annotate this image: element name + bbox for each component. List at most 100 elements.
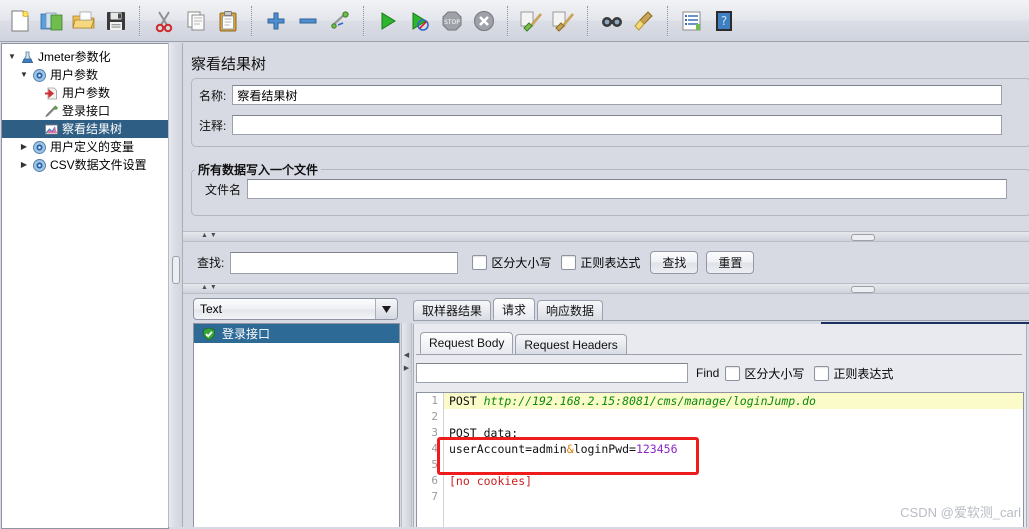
- tree-node-user-defined-variables[interactable]: ▶ 用户定义的变量: [2, 138, 168, 156]
- collapse-all-icon[interactable]: [293, 6, 323, 36]
- toolbar-separator: [251, 5, 253, 36]
- subtab-request-headers[interactable]: Request Headers: [515, 334, 627, 354]
- filename-row: 文件名: [205, 179, 1008, 199]
- name-row: 名称: 察看结果树: [199, 85, 1023, 105]
- line-number: 4: [431, 442, 438, 455]
- code-segment: userAccount=admin: [449, 442, 567, 456]
- clear-all-icon[interactable]: [549, 6, 579, 36]
- splitter-grip[interactable]: [851, 234, 875, 241]
- name-input[interactable]: 察看结果树: [232, 85, 1003, 105]
- code-line: [no cookies]: [444, 473, 1023, 489]
- subtab-request-body[interactable]: Request Body: [420, 332, 514, 354]
- line-number: 1: [431, 394, 438, 407]
- code-find-regex[interactable]: 正则表达式: [814, 365, 893, 382]
- toolbar-group-tree: [256, 3, 360, 39]
- search-row: 查找: 区分大小写 正则表达式 查找 重置: [197, 251, 755, 274]
- tree-node-csv-data-set-config[interactable]: ▶ CSV数据文件设置: [2, 156, 168, 174]
- renderer-combo[interactable]: Text: [193, 298, 398, 320]
- code-find-input[interactable]: [416, 363, 688, 383]
- new-icon[interactable]: [5, 6, 35, 36]
- collapse-left-icon[interactable]: ◀: [404, 352, 409, 359]
- paste-icon[interactable]: [213, 6, 243, 36]
- upper-horizontal-splitter[interactable]: ▲▼: [183, 231, 1029, 242]
- result-list-item[interactable]: 登录接口: [194, 324, 399, 343]
- cut-icon[interactable]: [149, 6, 179, 36]
- toggle-icon[interactable]: [325, 6, 355, 36]
- clear-icon[interactable]: [517, 6, 547, 36]
- http-sampler-icon: [42, 103, 60, 119]
- tree-twisty-collapsed-icon[interactable]: ▶: [18, 138, 30, 156]
- splitter-grip[interactable]: [172, 256, 180, 284]
- find-button[interactable]: 查找: [650, 251, 699, 274]
- filename-input[interactable]: [247, 179, 1008, 199]
- checkbox[interactable]: [561, 255, 577, 270]
- thread-group-icon: [30, 67, 48, 83]
- search-regex[interactable]: 正则表达式: [561, 254, 640, 271]
- expand-all-icon[interactable]: [261, 6, 291, 36]
- thread-group-icon: [30, 139, 48, 155]
- focus-accent-line: [821, 322, 1029, 324]
- save-icon[interactable]: [101, 6, 131, 36]
- renderer-selected-value: Text: [200, 302, 223, 316]
- svg-text:?: ?: [721, 14, 727, 28]
- filename-label: 文件名: [205, 182, 242, 197]
- toolbar-separator: [667, 5, 669, 36]
- name-label: 名称:: [199, 88, 227, 103]
- tree-node-user-parameters[interactable]: 用户参数: [2, 84, 168, 102]
- results-list[interactable]: 登录接口: [193, 323, 400, 527]
- comment-input[interactable]: [232, 115, 1003, 135]
- tab-request[interactable]: 请求: [493, 298, 536, 320]
- request-subtabs: Request Body Request Headers: [420, 332, 629, 354]
- tree-twisty-expanded-icon[interactable]: ▼: [18, 66, 30, 84]
- code-find-row: Find 区分大小写 正则表达式: [416, 363, 903, 383]
- code-line: userAccount=admin&loginPwd=123456: [444, 441, 1023, 457]
- tree-node-thread-group[interactable]: ▼ 用户参数: [2, 66, 168, 84]
- start-icon[interactable]: [373, 6, 403, 36]
- checkbox[interactable]: [472, 255, 488, 270]
- function-helper-icon[interactable]: [677, 6, 707, 36]
- jmeter-window: STOP ? ▼ Jmeter参数化 ▼ 用户参数 用户参数 登录接口 察看结果…: [0, 0, 1029, 529]
- watermark: CSDN @爱软测_carl: [900, 505, 1021, 520]
- reset-button[interactable]: 重置: [706, 251, 755, 274]
- tree-nodes: ▼ Jmeter参数化 ▼ 用户参数 用户参数 登录接口 察看结果树 ▶ 用户定…: [2, 44, 168, 174]
- results-detail-splitter[interactable]: ◀ ▶: [401, 323, 412, 527]
- help-icon[interactable]: ?: [709, 6, 739, 36]
- tree-node-label: 用户定义的变量: [50, 140, 135, 154]
- search-case-sensitive[interactable]: 区分大小写: [472, 254, 551, 271]
- checkbox[interactable]: [725, 365, 741, 381]
- tree-node-view-results-tree[interactable]: 察看结果树: [2, 120, 168, 138]
- code-find-case-sensitive[interactable]: 区分大小写: [725, 365, 804, 382]
- copy-icon[interactable]: [181, 6, 211, 36]
- splitter-arrows[interactable]: ▲▼: [201, 284, 219, 292]
- main-vertical-splitter[interactable]: [168, 43, 183, 527]
- search-label: 查找:: [197, 256, 225, 270]
- stop-icon[interactable]: STOP: [437, 6, 467, 36]
- tree-twisty-expanded-icon[interactable]: ▼: [6, 48, 18, 66]
- checkbox[interactable]: [814, 365, 830, 381]
- search-icon[interactable]: [597, 6, 627, 36]
- tree-node-login-sampler[interactable]: 登录接口: [2, 102, 168, 120]
- user-parameters-icon: [42, 85, 60, 101]
- open-icon[interactable]: [69, 6, 99, 36]
- tab-response-data[interactable]: 响应数据: [537, 300, 604, 320]
- tab-sampler-result[interactable]: 取样器结果: [413, 300, 492, 320]
- tree-node-test-plan[interactable]: ▼ Jmeter参数化: [2, 48, 168, 66]
- start-no-pauses-icon[interactable]: [405, 6, 435, 36]
- collapse-right-icon[interactable]: ▶: [404, 365, 409, 372]
- tab-underline: [413, 320, 1029, 321]
- toolbar-group-clear: [512, 3, 584, 39]
- code-find-label: Find: [696, 366, 720, 380]
- shutdown-icon[interactable]: [469, 6, 499, 36]
- result-item-label: 登录接口: [222, 327, 271, 341]
- splitter-grip[interactable]: [851, 286, 875, 293]
- templates-icon[interactable]: [37, 6, 67, 36]
- subtab-underline: [416, 354, 1022, 355]
- test-plan-tree[interactable]: ▼ Jmeter参数化 ▼ 用户参数 用户参数 登录接口 察看结果树 ▶ 用户定…: [1, 43, 169, 529]
- splitter-arrows[interactable]: ▲▼: [201, 232, 219, 240]
- tree-twisty-collapsed-icon[interactable]: ▶: [18, 156, 30, 174]
- lower-horizontal-splitter[interactable]: ▲▼: [183, 283, 1029, 294]
- chevron-down-icon[interactable]: [375, 299, 397, 319]
- search-input[interactable]: [230, 251, 459, 274]
- code-segment-number: 123456: [635, 442, 678, 456]
- reset-search-icon[interactable]: [629, 6, 659, 36]
